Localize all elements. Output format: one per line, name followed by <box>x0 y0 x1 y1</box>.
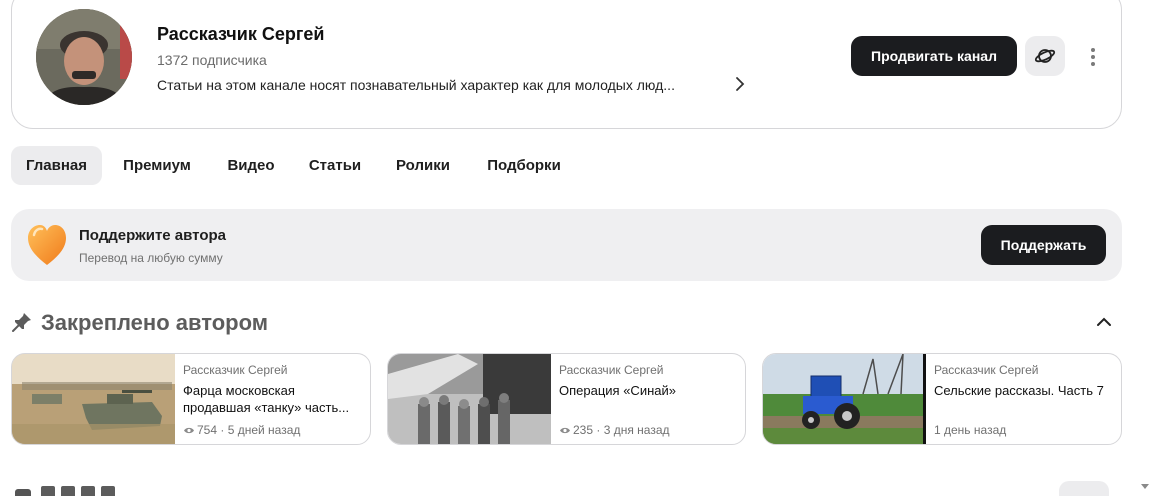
section-icon <box>15 489 31 496</box>
post-author: Рассказчик Сергей <box>183 363 288 377</box>
eye-icon <box>560 427 570 433</box>
pinned-post-card[interactable]: Рассказчик Сергей Операция «Синай» 235 ·… <box>387 353 746 445</box>
channel-name[interactable]: Рассказчик Сергей <box>157 24 324 45</box>
more-vertical-icon <box>1091 48 1095 66</box>
post-author: Рассказчик Сергей <box>934 363 1039 377</box>
promote-channel-button[interactable]: Продвигать канал <box>851 36 1017 76</box>
tab-video[interactable]: Видео <box>214 146 288 185</box>
support-subtitle: Перевод на любую сумму <box>79 251 223 265</box>
planet-icon <box>1034 49 1056 63</box>
meta-separator: · <box>217 423 228 437</box>
section-action-button[interactable] <box>1059 481 1109 496</box>
tab-premium[interactable]: Премиум <box>112 146 202 185</box>
pinned-section-title: Закреплено автором <box>41 310 269 335</box>
post-views: 754 <box>197 423 218 437</box>
tab-collections[interactable]: Подборки <box>474 146 574 185</box>
pinned-post-card[interactable]: Рассказчик Сергей Сельские рассказы. Час… <box>762 353 1122 445</box>
post-thumbnail <box>388 354 551 444</box>
scrollbar[interactable] <box>1139 0 1153 496</box>
pinned-post-card[interactable]: Рассказчик Сергей Фарца московская прода… <box>11 353 371 445</box>
post-thumbnail <box>12 354 175 444</box>
support-author-banner: Поддержите автора Перевод на любую сумму… <box>11 209 1122 281</box>
heart-icon <box>28 225 66 265</box>
post-date: 5 дней назад <box>227 423 301 437</box>
next-section-title <box>41 486 121 496</box>
post-date: 1 день назад <box>934 423 1007 437</box>
support-button[interactable]: Поддержать <box>981 225 1106 265</box>
channel-avatar[interactable] <box>36 9 132 105</box>
post-thumbnail <box>763 354 926 444</box>
post-views: 235 <box>573 423 594 437</box>
channel-header-card: Рассказчик Сергей 1372 подписчика Статьи… <box>11 0 1122 129</box>
tab-shorts[interactable]: Ролики <box>382 146 464 185</box>
scroll-down-arrow-icon[interactable] <box>1141 484 1149 489</box>
eye-icon <box>184 427 194 433</box>
planet-button[interactable] <box>1025 36 1065 76</box>
chevron-up-icon[interactable] <box>1093 312 1115 332</box>
author-photo <box>36 9 132 105</box>
support-title: Поддержите автора <box>79 227 226 244</box>
post-title[interactable]: Фарца московская продавшая «танку» часть… <box>183 382 363 416</box>
post-meta: 235 · 3 дня назад <box>559 423 670 437</box>
tab-main[interactable]: Главная <box>11 146 102 185</box>
post-meta: 1 день назад <box>934 423 1006 437</box>
post-meta: 754 · 5 дней назад <box>183 423 300 437</box>
more-options-button[interactable] <box>1080 44 1106 70</box>
post-title[interactable]: Сельские рассказы. Часть 7 <box>934 382 1114 399</box>
post-title[interactable]: Операция «Синай» <box>559 382 739 399</box>
tab-articles[interactable]: Статьи <box>298 146 372 185</box>
chevron-right-icon[interactable] <box>733 75 747 93</box>
post-date: 3 дня назад <box>603 423 670 437</box>
subscriber-count: 1372 подписчика <box>157 52 267 68</box>
post-author: Рассказчик Сергей <box>559 363 664 377</box>
channel-description[interactable]: Статьи на этом канале носят познавательн… <box>157 77 675 93</box>
pin-icon <box>12 313 31 332</box>
meta-separator: · <box>593 423 604 437</box>
